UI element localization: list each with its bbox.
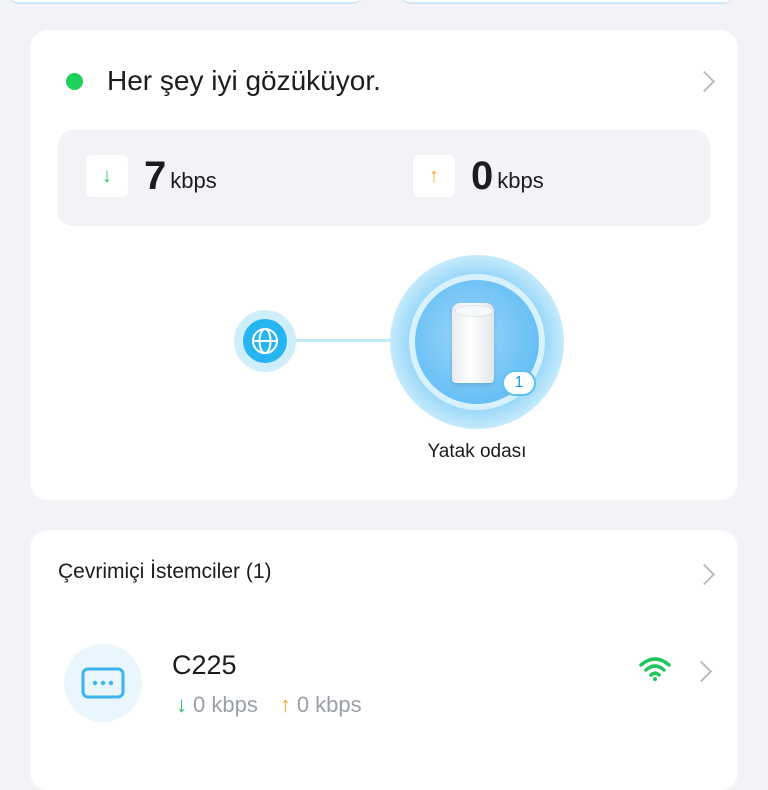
client-download: 0 kbps [193, 692, 258, 717]
upload-speed: ↑ 0 kbps [413, 155, 544, 197]
top-button-left[interactable] [10, 0, 362, 4]
status-message: Her şey iyi gözüküyor. [107, 65, 381, 96]
router-label: Yatak odası [427, 441, 527, 462]
download-value: 7 [144, 154, 167, 198]
download-unit: kbps [170, 168, 217, 193]
client-speeds: ↓ 0 kbps ↑ 0 kbps [176, 692, 362, 718]
upload-arrow-icon: ↑ [279, 692, 291, 717]
status-ok-dot [66, 72, 83, 90]
download-arrow-icon: ↓ [176, 692, 187, 717]
clients-title[interactable]: Çevrimiçi İstemciler (1) [58, 560, 272, 584]
router-device-icon [452, 303, 494, 383]
internet-node[interactable] [234, 310, 296, 372]
network-status-row[interactable]: Her şey iyi gözüküyor. [66, 64, 712, 98]
chevron-right-icon[interactable] [690, 660, 713, 683]
client-upload: 0 kbps [296, 692, 362, 717]
online-clients-card: Çevrimiçi İstemciler (1) C225 ↓ 0 kbps ↑… [30, 530, 738, 790]
download-speed: ↓ 7 kbps [86, 155, 217, 197]
upload-unit: kbps [497, 168, 544, 193]
speed-summary: ↓ 7 kbps ↑ 0 kbps [58, 130, 710, 226]
upload-value: 0 [471, 154, 494, 198]
client-row[interactable]: C225 ↓ 0 kbps ↑ 0 kbps [30, 630, 738, 740]
router-client-count-badge: 1 [502, 370, 536, 396]
top-button-right[interactable] [402, 0, 732, 4]
wifi-signal-icon [639, 657, 671, 681]
upload-arrow-icon: ↑ [413, 155, 455, 197]
chevron-right-icon[interactable] [693, 563, 716, 586]
client-avatar [64, 644, 142, 722]
client-name: C225 [172, 650, 237, 680]
router-node[interactable]: 1 [390, 255, 564, 429]
globe-icon [243, 319, 287, 363]
network-topology: 1 Yatak odası [30, 250, 738, 480]
device-icon [81, 667, 125, 699]
network-status-card: Her şey iyi gözüküyor. ↓ 7 kbps ↑ 0 kbps [30, 30, 738, 500]
download-arrow-icon: ↓ [86, 155, 128, 197]
